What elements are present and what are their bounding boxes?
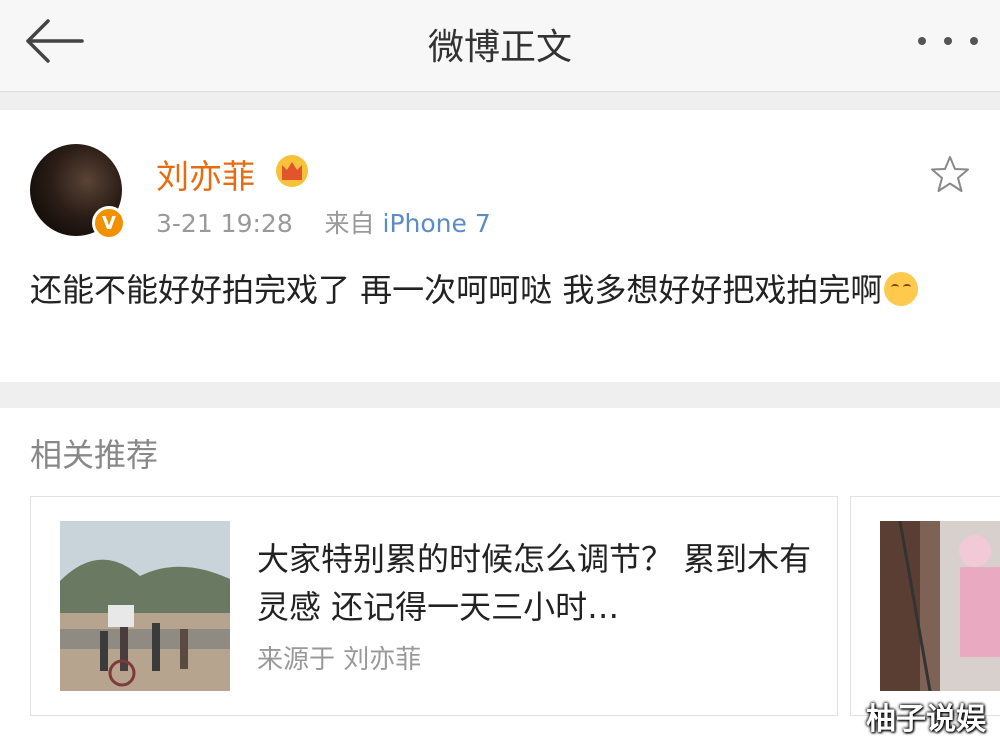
section-title: 相关推荐: [30, 436, 159, 474]
card-title: 大家特别累的时候怎么调节？ 累到木有灵感 还记得一天三小时…: [257, 540, 812, 626]
card-thumbnail: [880, 520, 1000, 692]
post-meta: 3-21 19:28 来自 iPhone 7: [156, 204, 491, 240]
post-username[interactable]: 刘亦菲: [156, 150, 255, 198]
recommendation-card[interactable]: 大家特别累的时候怎么调节？ 累到木有灵感 还记得一天三小时… 来源于 刘亦菲: [30, 496, 838, 716]
weibo-post: V 刘亦菲 3-21 19:28 来自 iPhone 7 还能不能好好拍完戏了 …: [0, 110, 1000, 382]
avatar[interactable]: V: [30, 144, 126, 240]
smile-emoji-icon: [884, 272, 919, 306]
post-time: 3-21 19:28: [156, 209, 293, 238]
post-source-link[interactable]: iPhone 7: [383, 209, 491, 238]
star-outline-icon: [931, 156, 969, 192]
crown-icon: [276, 155, 308, 187]
more-dots-icon: [918, 37, 926, 45]
card-source: 来源于 刘亦菲: [257, 645, 422, 675]
watermark-text: 柚子说娱: [866, 702, 986, 737]
post-content: 还能不能好好拍完戏了 再一次呵呵哒 我多想好好把戏拍完啊: [30, 264, 970, 316]
favorite-button[interactable]: [930, 154, 970, 194]
card-thumbnail: [60, 521, 230, 691]
related-recommendations: 相关推荐 大家特别累的时候怎么调节？ 累到木有灵感 还记得一天三小时… 来源于 …: [0, 408, 1000, 750]
top-navigation-bar: 微博正文: [0, 0, 1000, 92]
post-from-label: 来自: [324, 209, 375, 238]
verified-badge: V: [92, 206, 126, 240]
page-title: 微博正文: [427, 27, 572, 68]
post-text: 还能不能好好拍完戏了 再一次呵呵哒 我多想好好把戏拍完啊: [30, 271, 883, 309]
recommendation-card-partial[interactable]: [850, 496, 1000, 716]
more-options-button[interactable]: [918, 30, 978, 52]
